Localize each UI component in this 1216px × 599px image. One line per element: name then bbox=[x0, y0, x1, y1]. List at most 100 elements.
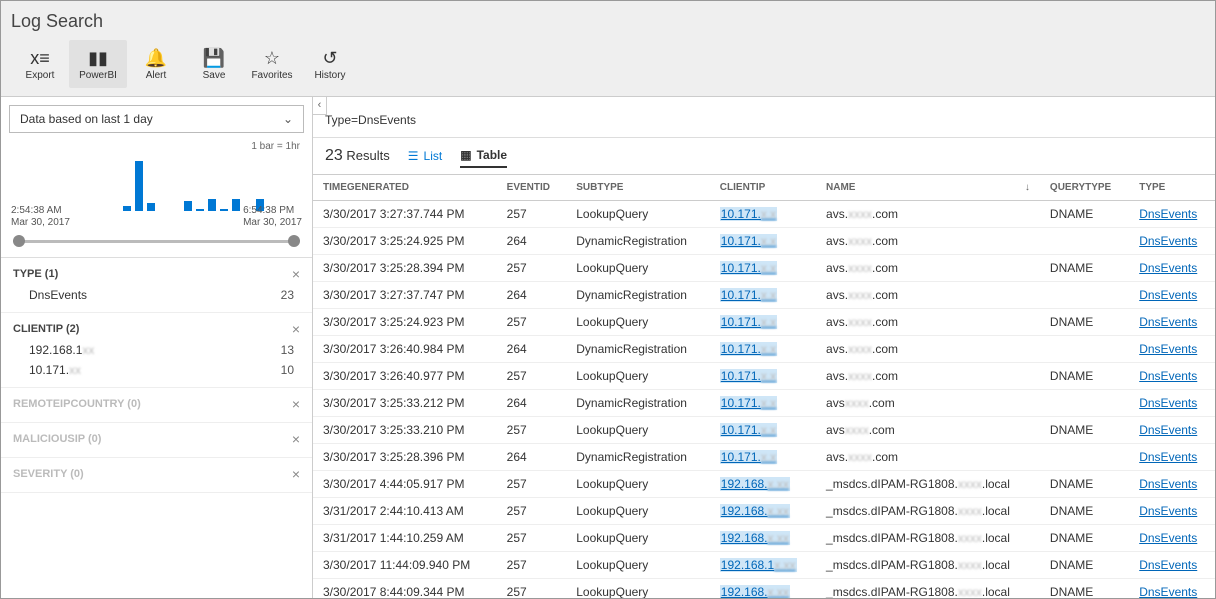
col-querytype[interactable]: QUERYTYPE bbox=[1040, 175, 1129, 201]
cell-time: 3/30/2017 3:26:40.977 PM bbox=[313, 363, 497, 390]
table-row[interactable]: 3/30/2017 11:44:09.940 PM257LookupQuery1… bbox=[313, 552, 1215, 579]
facet-item[interactable]: 10.171.xx10 bbox=[13, 357, 300, 377]
powerbi-icon: ▮▮ bbox=[88, 48, 108, 70]
cell-eventid: 257 bbox=[497, 471, 567, 498]
cell-type[interactable]: DnsEvents bbox=[1129, 525, 1215, 552]
col-eventid[interactable]: EVENTID bbox=[497, 175, 567, 201]
table-row[interactable]: 3/31/2017 2:44:10.413 AM257LookupQuery19… bbox=[313, 498, 1215, 525]
table-row[interactable]: 3/30/2017 3:26:40.977 PM257LookupQuery10… bbox=[313, 363, 1215, 390]
cell-clientip[interactable]: 10.171.x.x bbox=[710, 201, 816, 228]
history-button[interactable]: ↺History bbox=[301, 40, 359, 88]
cell-type[interactable]: DnsEvents bbox=[1129, 336, 1215, 363]
cell-time: 3/30/2017 3:25:24.923 PM bbox=[313, 309, 497, 336]
facet-remove-icon[interactable]: × bbox=[292, 431, 300, 447]
favorites-button[interactable]: ☆Favorites bbox=[243, 40, 301, 88]
cell-clientip[interactable]: 10.171.x.x bbox=[710, 336, 816, 363]
facet-remove-icon[interactable]: × bbox=[292, 321, 300, 337]
cell-eventid: 257 bbox=[497, 309, 567, 336]
cell-type[interactable]: DnsEvents bbox=[1129, 282, 1215, 309]
cell-querytype: DNAME bbox=[1040, 498, 1129, 525]
cell-type[interactable]: DnsEvents bbox=[1129, 228, 1215, 255]
facet-remove-icon[interactable]: × bbox=[292, 396, 300, 412]
cell-clientip[interactable]: 10.171.x.x bbox=[710, 417, 816, 444]
table-row[interactable]: 3/30/2017 3:25:33.210 PM257LookupQuery10… bbox=[313, 417, 1215, 444]
cell-name: avs.xxxx.com bbox=[816, 282, 1040, 309]
cell-subtype: LookupQuery bbox=[566, 309, 710, 336]
star-icon: ☆ bbox=[264, 48, 280, 70]
cell-eventid: 257 bbox=[497, 579, 567, 599]
alert-button[interactable]: 🔔Alert bbox=[127, 40, 185, 88]
cell-subtype: DynamicRegistration bbox=[566, 390, 710, 417]
cell-subtype: LookupQuery bbox=[566, 201, 710, 228]
facet-item[interactable]: 192.168.1xx13 bbox=[13, 337, 300, 357]
cell-type[interactable]: DnsEvents bbox=[1129, 201, 1215, 228]
view-table-toggle[interactable]: ▦ Table bbox=[460, 144, 507, 168]
cell-type[interactable]: DnsEvents bbox=[1129, 471, 1215, 498]
cell-querytype: DNAME bbox=[1040, 552, 1129, 579]
cell-clientip[interactable]: 192.168.x.xx bbox=[710, 579, 816, 599]
cell-clientip[interactable]: 10.171.x.x bbox=[710, 363, 816, 390]
cell-type[interactable]: DnsEvents bbox=[1129, 579, 1215, 599]
time-range-slider[interactable] bbox=[13, 235, 300, 247]
cell-name: avs.xxxx.com bbox=[816, 255, 1040, 282]
cell-clientip[interactable]: 192.168.x.xx bbox=[710, 498, 816, 525]
facet-remove-icon[interactable]: × bbox=[292, 466, 300, 482]
powerbi-button[interactable]: ▮▮PowerBI bbox=[69, 40, 127, 88]
cell-type[interactable]: DnsEvents bbox=[1129, 444, 1215, 471]
body: ‹ Data based on last 1 day ⌄ 1 bar = 1hr… bbox=[1, 97, 1215, 598]
table-row[interactable]: 3/31/2017 1:44:10.259 AM257LookupQuery19… bbox=[313, 525, 1215, 552]
view-list-toggle[interactable]: ☰ List bbox=[408, 145, 442, 167]
cell-clientip[interactable]: 192.168.1x.xx bbox=[710, 552, 816, 579]
table-row[interactable]: 3/30/2017 3:25:24.925 PM264DynamicRegist… bbox=[313, 228, 1215, 255]
timeline-chart[interactable]: 2:54:38 AMMar 30, 2017 6:54:38 PMMar 30,… bbox=[11, 154, 302, 229]
table-row[interactable]: 3/30/2017 3:27:37.744 PM257LookupQuery10… bbox=[313, 201, 1215, 228]
table-row[interactable]: 3/30/2017 3:26:40.984 PM264DynamicRegist… bbox=[313, 336, 1215, 363]
save-button[interactable]: 💾Save bbox=[185, 40, 243, 88]
query-bar[interactable]: Type=DnsEvents bbox=[313, 103, 1215, 138]
cell-clientip[interactable]: 10.171.x.x bbox=[710, 282, 816, 309]
table-row[interactable]: 3/30/2017 3:25:28.394 PM257LookupQuery10… bbox=[313, 255, 1215, 282]
table-row[interactable]: 3/30/2017 3:25:24.923 PM257LookupQuery10… bbox=[313, 309, 1215, 336]
table-row[interactable]: 3/30/2017 3:25:28.396 PM264DynamicRegist… bbox=[313, 444, 1215, 471]
cell-type[interactable]: DnsEvents bbox=[1129, 417, 1215, 444]
col-subtype[interactable]: SUBTYPE bbox=[566, 175, 710, 201]
cell-clientip[interactable]: 10.171.x.x bbox=[710, 255, 816, 282]
cell-querytype: DNAME bbox=[1040, 471, 1129, 498]
cell-name: avs.xxxx.com bbox=[816, 336, 1040, 363]
cell-type[interactable]: DnsEvents bbox=[1129, 390, 1215, 417]
cell-clientip[interactable]: 10.171.x.x bbox=[710, 228, 816, 255]
header: Log Search x≡Export▮▮PowerBI🔔Alert💾Save☆… bbox=[1, 1, 1215, 97]
cell-clientip[interactable]: 10.171.x.x bbox=[710, 390, 816, 417]
cell-querytype: DNAME bbox=[1040, 363, 1129, 390]
facet-name: REMOTEIPCOUNTRY (0) bbox=[13, 398, 141, 410]
results-grid[interactable]: TIMEGENERATEDEVENTIDSUBTYPECLIENTIPNAME↓… bbox=[313, 175, 1215, 598]
cell-name: avs.xxxx.com bbox=[816, 363, 1040, 390]
cell-eventid: 257 bbox=[497, 255, 567, 282]
table-row[interactable]: 3/30/2017 3:27:37.747 PM264DynamicRegist… bbox=[313, 282, 1215, 309]
facet-item[interactable]: DnsEvents23 bbox=[13, 282, 300, 302]
export-button[interactable]: x≡Export bbox=[11, 40, 69, 88]
cell-type[interactable]: DnsEvents bbox=[1129, 363, 1215, 390]
facet-remoteipcountry: REMOTEIPCOUNTRY (0) × bbox=[1, 388, 312, 423]
table-row[interactable]: 3/30/2017 4:44:05.917 PM257LookupQuery19… bbox=[313, 471, 1215, 498]
cell-type[interactable]: DnsEvents bbox=[1129, 309, 1215, 336]
page-title: Log Search bbox=[11, 7, 1205, 36]
cell-clientip[interactable]: 192.168.x.xx bbox=[710, 525, 816, 552]
cell-type[interactable]: DnsEvents bbox=[1129, 498, 1215, 525]
col-name[interactable]: NAME↓ bbox=[816, 175, 1040, 201]
col-clientip[interactable]: CLIENTIP bbox=[710, 175, 816, 201]
cell-type[interactable]: DnsEvents bbox=[1129, 255, 1215, 282]
col-type[interactable]: TYPE bbox=[1129, 175, 1215, 201]
facet-remove-icon[interactable]: × bbox=[292, 266, 300, 282]
col-timegenerated[interactable]: TIMEGENERATED bbox=[313, 175, 497, 201]
cell-eventid: 257 bbox=[497, 498, 567, 525]
collapse-sidebar-button[interactable]: ‹ bbox=[313, 97, 327, 115]
cell-clientip[interactable]: 10.171.x.x bbox=[710, 309, 816, 336]
cell-type[interactable]: DnsEvents bbox=[1129, 552, 1215, 579]
facet-type: TYPE (1)×DnsEvents23 bbox=[1, 258, 312, 313]
timeframe-dropdown[interactable]: Data based on last 1 day ⌄ bbox=[9, 105, 304, 133]
cell-clientip[interactable]: 192.168.x.xx bbox=[710, 471, 816, 498]
table-row[interactable]: 3/30/2017 3:25:33.212 PM264DynamicRegist… bbox=[313, 390, 1215, 417]
cell-clientip[interactable]: 10.171.x.x bbox=[710, 444, 816, 471]
table-row[interactable]: 3/30/2017 8:44:09.344 PM257LookupQuery19… bbox=[313, 579, 1215, 599]
